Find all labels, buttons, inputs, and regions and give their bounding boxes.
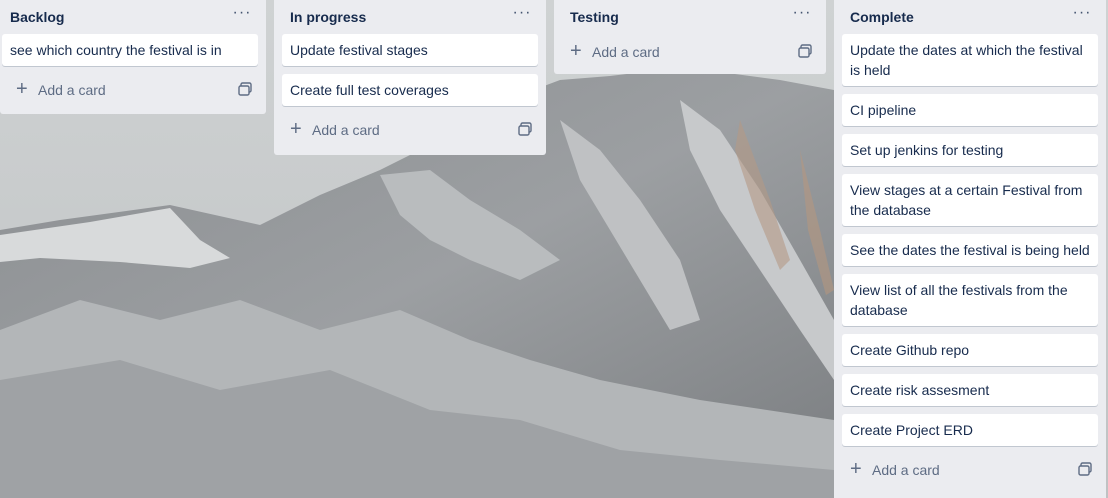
list-title[interactable]: Complete <box>850 9 914 25</box>
list-title[interactable]: Testing <box>570 9 619 25</box>
add-card-label: Add a card <box>592 44 660 60</box>
card-template-icon[interactable] <box>238 82 252 96</box>
card[interactable]: Create Project ERD <box>842 414 1098 446</box>
plus-icon: + <box>850 458 862 480</box>
list-menu-ellipsis-icon[interactable]: ··· <box>230 5 254 26</box>
list-header: Backlog ··· <box>8 0 258 34</box>
card[interactable]: See the dates the festival is being held <box>842 234 1098 266</box>
card[interactable]: CI pipeline <box>842 94 1098 126</box>
card[interactable]: see which country the festival is in <box>2 34 258 66</box>
card[interactable]: Set up jenkins for testing <box>842 134 1098 166</box>
card[interactable]: View stages at a certain Festival from t… <box>842 174 1098 226</box>
list-header: Complete ··· <box>842 0 1098 34</box>
add-card-button[interactable]: + Add a card <box>562 36 818 68</box>
list-menu-ellipsis-icon[interactable]: ··· <box>510 5 534 26</box>
card[interactable]: Update the dates at which the festival i… <box>842 34 1098 86</box>
list-menu-ellipsis-icon[interactable]: ··· <box>1070 5 1094 26</box>
list-in-progress: In progress ··· Update festival stages C… <box>274 0 546 155</box>
plus-icon: + <box>16 78 28 100</box>
card-template-icon[interactable] <box>798 44 812 58</box>
card[interactable]: Create Github repo <box>842 334 1098 366</box>
add-card-button[interactable]: + Add a card <box>8 74 258 106</box>
list-title[interactable]: In progress <box>290 9 366 25</box>
list-complete: Complete ··· Update the dates at which t… <box>834 0 1106 498</box>
card[interactable]: Update festival stages <box>282 34 538 66</box>
plus-icon: + <box>570 40 582 62</box>
add-card-label: Add a card <box>38 82 106 98</box>
card[interactable]: View list of all the festivals from the … <box>842 274 1098 326</box>
add-card-button[interactable]: + Add a card <box>842 454 1098 486</box>
add-card-label: Add a card <box>312 122 380 138</box>
list-header: In progress ··· <box>282 0 538 34</box>
plus-icon: + <box>290 118 302 140</box>
card[interactable]: Create risk assesment <box>842 374 1098 406</box>
card[interactable]: Create full test coverages <box>282 74 538 106</box>
list-title[interactable]: Backlog <box>10 9 64 25</box>
board: Backlog ··· see which country the festiv… <box>0 0 1108 498</box>
list-header: Testing ··· <box>562 0 818 34</box>
add-card-button[interactable]: + Add a card <box>282 114 538 146</box>
add-card-label: Add a card <box>872 462 940 478</box>
list-menu-ellipsis-icon[interactable]: ··· <box>790 5 814 26</box>
list-testing: Testing ··· + Add a card <box>554 0 826 74</box>
card-template-icon[interactable] <box>518 122 532 136</box>
list-backlog: Backlog ··· see which country the festiv… <box>0 0 266 114</box>
card-template-icon[interactable] <box>1078 462 1092 476</box>
